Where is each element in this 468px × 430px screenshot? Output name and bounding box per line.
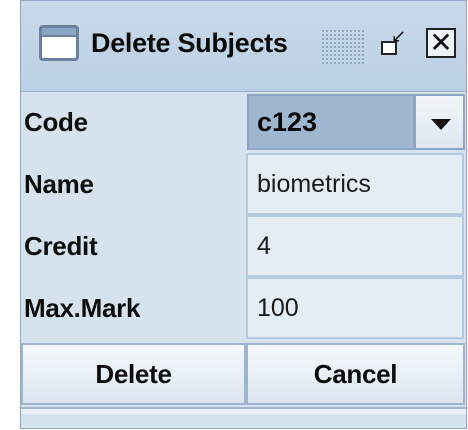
code-dropdown-button[interactable] (415, 94, 465, 150)
delete-subjects-dialog: Delete Subjects ↙ ✕ Code c123 Name biome… (20, 0, 467, 429)
max-mark-field[interactable]: 100 (246, 277, 464, 339)
max-mark-label: Max.Mark (24, 292, 141, 323)
code-label: Code (24, 106, 88, 137)
close-icon[interactable]: ✕ (426, 27, 456, 58)
name-row: Name biometrics (21, 153, 466, 215)
window-app-icon (39, 25, 79, 61)
credit-field[interactable]: 4 (246, 215, 464, 277)
credit-label: Credit (24, 230, 98, 261)
cancel-button[interactable]: Cancel (246, 343, 465, 405)
code-combobox[interactable]: c123 (247, 94, 415, 150)
bottom-divider (21, 407, 466, 414)
iconify-icon[interactable]: ↙ (379, 27, 409, 59)
name-label: Name (24, 168, 94, 199)
code-row: Code c123 (21, 91, 466, 153)
max-mark-row: Max.Mark 100 (21, 277, 466, 339)
name-field[interactable]: biometrics (246, 153, 464, 215)
title-bar[interactable]: Delete Subjects ↙ ✕ (21, 1, 466, 92)
window-title: Delete Subjects (91, 28, 288, 58)
delete-button[interactable]: Delete (21, 343, 246, 405)
title-grip-pattern (321, 29, 365, 65)
button-row: Delete Cancel (21, 343, 466, 405)
chevron-down-icon (431, 119, 451, 130)
credit-row: Credit 4 (21, 215, 466, 277)
